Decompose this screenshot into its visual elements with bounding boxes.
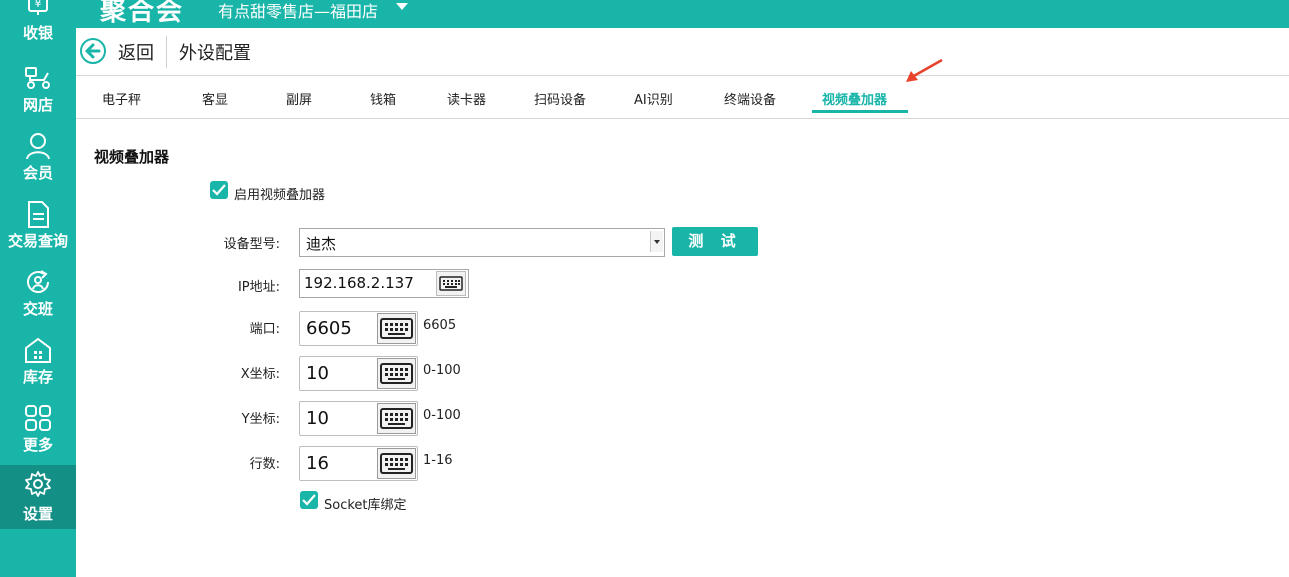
enable-video-overlay-label: 启用视频叠加器 xyxy=(234,188,326,203)
header-divider xyxy=(166,36,167,68)
test-button[interactable]: 测 试 xyxy=(672,227,758,256)
grid-icon xyxy=(25,405,51,431)
sidebar-item-settings[interactable]: 设置 xyxy=(0,465,76,529)
sidebar-item-label: 设置 xyxy=(22,505,53,523)
port-input[interactable]: 6605 xyxy=(299,311,418,346)
sidebar-item-label: 收银 xyxy=(22,24,53,42)
back-button[interactable]: 返回 xyxy=(80,37,170,67)
yen-register-icon: ¥ xyxy=(28,0,48,15)
device-model-value: 迪杰 xyxy=(306,235,337,253)
page-header: 返回 外设配置 xyxy=(76,28,1289,76)
y-coordinate-label: Y坐标: xyxy=(241,412,280,427)
keyboard-icon[interactable] xyxy=(377,448,416,479)
sidebar-item-label: 会员 xyxy=(22,164,53,182)
sidebar-item-label: 更多 xyxy=(22,436,53,454)
port-label: 端口: xyxy=(249,322,280,337)
y-coordinate-value: 10 xyxy=(306,408,329,429)
rows-input[interactable]: 16 xyxy=(299,446,418,481)
chevron-down-icon[interactable] xyxy=(396,3,408,10)
svg-text:¥: ¥ xyxy=(35,0,42,10)
tab-cash-drawer[interactable]: 钱箱 xyxy=(370,89,396,108)
rows-value: 16 xyxy=(306,453,329,474)
checkmark-icon xyxy=(212,184,226,196)
sidebar-item-label: 交易查询 xyxy=(7,232,68,250)
sidebar-item-shift[interactable]: 交班 xyxy=(0,264,76,328)
document-icon xyxy=(28,201,49,228)
x-coordinate-range: 0-100 xyxy=(423,363,461,378)
tab-card-reader[interactable]: 读卡器 xyxy=(447,89,486,108)
annotation-arrow-icon xyxy=(906,58,943,82)
member-icon xyxy=(26,133,50,160)
keyboard-icon[interactable] xyxy=(436,271,466,296)
top-bar: 聚合会 有点甜零售店—福田店 xyxy=(0,0,1289,28)
sidebar-item-more[interactable]: 更多 xyxy=(0,400,76,464)
rows-range: 1-16 xyxy=(423,453,453,468)
gear-icon xyxy=(25,471,51,497)
tab-scale[interactable]: 电子秤 xyxy=(102,89,141,108)
tab-scanner[interactable]: 扫码设备 xyxy=(534,89,586,108)
section-title: 视频叠加器 xyxy=(94,148,170,166)
tab-secondary-screen[interactable]: 副屏 xyxy=(286,89,312,108)
x-coordinate-label: X坐标: xyxy=(240,367,280,382)
device-model-label: 设备型号: xyxy=(223,237,280,252)
port-value: 6605 xyxy=(306,318,352,339)
keyboard-icon[interactable] xyxy=(377,358,416,389)
enable-video-overlay-checkbox[interactable] xyxy=(210,181,228,199)
rows-label: 行数: xyxy=(249,457,280,472)
scooter-icon xyxy=(25,67,50,89)
sidebar-item-label: 交班 xyxy=(22,300,53,318)
sidebar: ¥ 收银 网店 会员 交易查询 交班 库存 更多 设置 xyxy=(0,0,76,577)
port-hint: 6605 xyxy=(423,318,457,333)
sidebar-item-online-store[interactable]: 网店 xyxy=(0,60,76,124)
warehouse-icon xyxy=(25,337,51,363)
keyboard-icon[interactable] xyxy=(377,403,416,434)
socket-binding-checkbox[interactable] xyxy=(300,491,318,509)
active-tab-indicator xyxy=(812,110,908,113)
tab-bar: 电子秤 客显 副屏 钱箱 读卡器 扫码设备 AI识别 终端设备 视频叠加器 xyxy=(76,76,1289,119)
app-logo: 聚合会 xyxy=(100,0,185,27)
keyboard-icon[interactable] xyxy=(377,313,416,344)
sidebar-item-inventory[interactable]: 库存 xyxy=(0,332,76,396)
ip-address-value: 192.168.2.137 xyxy=(304,274,414,292)
y-coordinate-input[interactable]: 10 xyxy=(299,401,418,436)
tab-video-overlay[interactable]: 视频叠加器 xyxy=(822,89,887,108)
tab-ai-recognition[interactable]: AI识别 xyxy=(634,89,673,108)
page-title: 外设配置 xyxy=(179,43,251,64)
dropdown-arrow-icon[interactable] xyxy=(650,231,663,252)
sidebar-item-label: 库存 xyxy=(22,368,53,386)
back-arrow-icon xyxy=(80,38,106,64)
sidebar-item-transactions[interactable]: 交易查询 xyxy=(0,196,76,260)
ip-address-input[interactable]: 192.168.2.137 xyxy=(299,269,469,298)
back-label: 返回 xyxy=(118,43,154,64)
ip-address-label: IP地址: xyxy=(237,280,280,295)
x-coordinate-value: 10 xyxy=(306,363,329,384)
shift-handover-icon xyxy=(27,270,49,293)
sidebar-item-cashier[interactable]: ¥ 收银 xyxy=(0,0,76,62)
store-selector[interactable]: 有点甜零售店—福田店 xyxy=(218,0,378,22)
y-coordinate-range: 0-100 xyxy=(423,408,461,423)
tab-customer-display[interactable]: 客显 xyxy=(202,89,228,108)
sidebar-item-label: 网店 xyxy=(22,96,53,114)
tab-terminal[interactable]: 终端设备 xyxy=(724,89,776,108)
socket-binding-label: Socket库绑定 xyxy=(324,498,407,513)
x-coordinate-input[interactable]: 10 xyxy=(299,356,418,391)
device-model-select[interactable]: 迪杰 xyxy=(299,228,665,257)
checkmark-icon xyxy=(302,494,316,506)
sidebar-item-member[interactable]: 会员 xyxy=(0,128,76,192)
